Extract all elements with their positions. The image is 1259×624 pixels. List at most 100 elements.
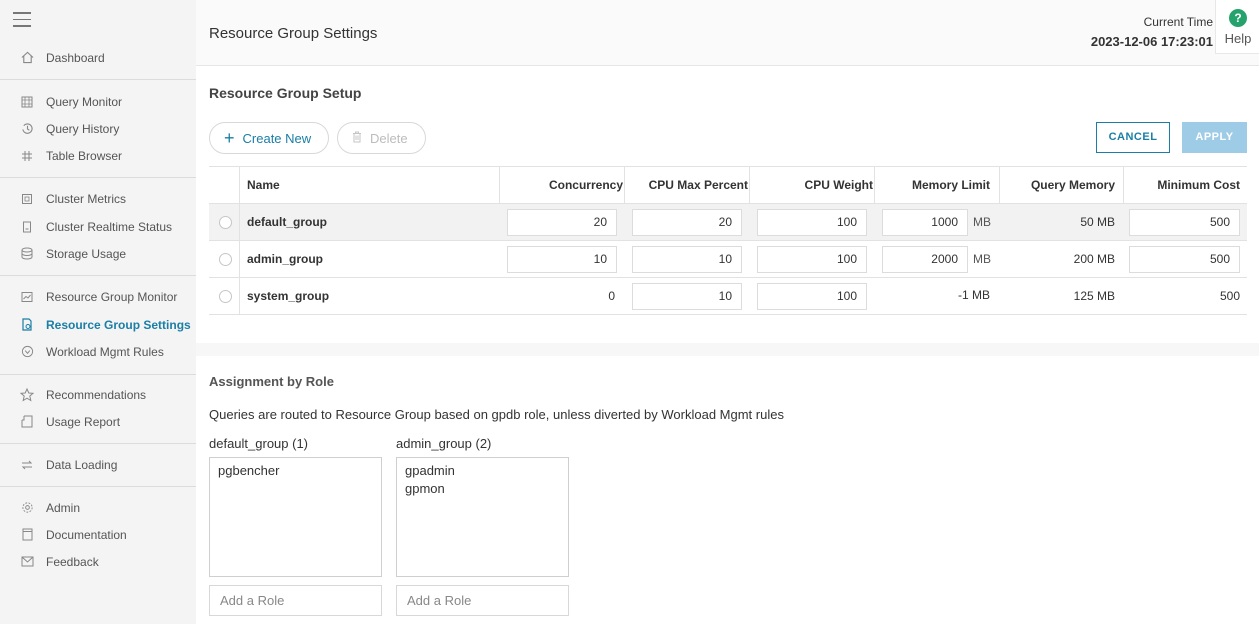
column-header-minimum-cost: Minimum Cost bbox=[1157, 178, 1240, 192]
sidebar-item-query-monitor[interactable]: Query Monitor bbox=[0, 88, 196, 115]
concurrency-input[interactable]: 20 bbox=[507, 209, 617, 236]
settings-doc-icon bbox=[20, 318, 34, 332]
query-memory-value: 50 MB bbox=[1080, 215, 1115, 229]
role-item[interactable]: gpadmin bbox=[405, 462, 560, 480]
table-row[interactable]: admin_group 10 10 100 2000 MB 200 MB 500 bbox=[209, 241, 1247, 278]
cpu-weight-input[interactable]: 100 bbox=[757, 209, 867, 236]
divider bbox=[0, 79, 196, 80]
sidebar-item-label: Documentation bbox=[46, 527, 127, 542]
column-header-concurrency: Concurrency bbox=[548, 178, 623, 192]
status-icon bbox=[20, 220, 34, 234]
page-header: Resource Group Settings Current Time 202… bbox=[196, 0, 1259, 66]
sidebar-item-label: Workload Mgmt Rules bbox=[46, 344, 164, 359]
sidebar-item-data-loading[interactable]: Data Loading bbox=[0, 451, 196, 478]
cpu-weight-input[interactable]: 100 bbox=[757, 246, 867, 273]
cpu-max-percent-input[interactable]: 10 bbox=[632, 246, 742, 273]
add-role-input[interactable]: Add a Role bbox=[209, 585, 382, 616]
sidebar-item-storage-usage[interactable]: Storage Usage bbox=[0, 240, 196, 267]
create-new-button[interactable]: + Create New bbox=[209, 122, 329, 154]
delete-button[interactable]: Delete bbox=[337, 122, 426, 154]
grid-icon bbox=[20, 95, 34, 109]
sidebar-item-label: Cluster Realtime Status bbox=[46, 219, 173, 234]
menu-icon[interactable] bbox=[13, 12, 31, 27]
concurrency-input[interactable]: 10 bbox=[507, 246, 617, 273]
divider bbox=[0, 374, 196, 375]
column-divider bbox=[239, 204, 240, 240]
help-icon: ? bbox=[1229, 9, 1247, 27]
sidebar-item-cluster-realtime-status[interactable]: Cluster Realtime Status bbox=[0, 213, 196, 240]
group-label: admin_group (2) bbox=[396, 436, 492, 451]
sidebar-item-query-history[interactable]: Query History bbox=[0, 115, 196, 142]
row-radio[interactable] bbox=[219, 216, 232, 229]
sidebar-item-resource-group-settings[interactable]: Resource Group Settings bbox=[0, 311, 196, 338]
star-icon bbox=[20, 387, 34, 402]
chart-icon bbox=[20, 290, 34, 304]
role-list[interactable]: gpadmin gpmon bbox=[396, 457, 569, 577]
column-header-name: Name bbox=[247, 178, 280, 192]
sidebar-item-label: Feedback bbox=[46, 554, 99, 569]
help-label: Help bbox=[1224, 31, 1252, 46]
history-icon bbox=[20, 122, 34, 136]
cpu-max-percent-input[interactable]: 10 bbox=[632, 283, 742, 310]
divider bbox=[0, 177, 196, 178]
role-list[interactable]: pgbencher bbox=[209, 457, 382, 577]
role-item[interactable]: pgbencher bbox=[218, 462, 373, 480]
column-header-cpu-max-percent: CPU Max Percent bbox=[648, 178, 748, 192]
column-header-query-memory: Query Memory bbox=[1030, 178, 1115, 192]
row-radio[interactable] bbox=[219, 290, 232, 303]
group-label: default_group (1) bbox=[209, 436, 309, 451]
group-name: admin_group bbox=[247, 252, 324, 266]
minimum-cost-input[interactable]: 500 bbox=[1129, 246, 1240, 273]
sidebar-item-dashboard[interactable]: Dashboard bbox=[0, 44, 196, 71]
sidebar-item-label: Cluster Metrics bbox=[46, 191, 127, 206]
table-header-row: Name Concurrency CPU Max Percent CPU Wei… bbox=[209, 167, 1247, 204]
sidebar-item-feedback[interactable]: Feedback bbox=[0, 548, 196, 575]
sidebar-item-label: Table Browser bbox=[46, 148, 123, 163]
trash-icon bbox=[352, 131, 362, 146]
memory-limit-value: -1 MB bbox=[957, 288, 990, 302]
mail-icon bbox=[20, 555, 34, 569]
report-icon bbox=[20, 415, 34, 429]
memory-limit-input[interactable]: 1000 bbox=[882, 209, 968, 236]
sidebar-item-resource-group-monitor[interactable]: Resource Group Monitor bbox=[0, 283, 196, 310]
minimum-cost-value: 500 bbox=[1219, 289, 1240, 303]
query-memory-value: 200 MB bbox=[1073, 252, 1115, 266]
divider bbox=[0, 275, 196, 276]
current-time-label: Current Time bbox=[1143, 15, 1213, 29]
sidebar-item-usage-report[interactable]: Usage Report bbox=[0, 408, 196, 435]
apply-button[interactable]: APPLY bbox=[1182, 122, 1247, 153]
table-row[interactable]: default_group 20 20 100 1000 MB 50 MB 50… bbox=[209, 204, 1247, 241]
sidebar-item-workload-mgmt-rules[interactable]: Workload Mgmt Rules bbox=[0, 338, 196, 365]
table-icon bbox=[20, 149, 34, 163]
current-time-value: 2023-12-06 17:23:01 bbox=[1090, 34, 1213, 49]
cancel-button[interactable]: CANCEL bbox=[1096, 122, 1170, 153]
delete-label: Delete bbox=[370, 130, 408, 146]
sidebar-item-label: Resource Group Settings bbox=[46, 317, 191, 332]
minimum-cost-input[interactable]: 500 bbox=[1129, 209, 1240, 236]
sidebar-item-label: Data Loading bbox=[46, 457, 118, 472]
assignment-title: Assignment by Role bbox=[209, 374, 334, 389]
shield-icon bbox=[20, 345, 34, 359]
sidebar-item-documentation[interactable]: Documentation bbox=[0, 521, 196, 548]
help-button[interactable]: ? Help bbox=[1215, 0, 1259, 54]
column-divider bbox=[239, 278, 240, 314]
table-row[interactable]: system_group 0 10 100 -1 MB 125 MB 500 bbox=[209, 278, 1247, 315]
gear-icon bbox=[20, 501, 34, 515]
column-header-memory-limit: Memory Limit bbox=[911, 178, 990, 192]
memory-limit-input[interactable]: 2000 bbox=[882, 246, 968, 273]
sidebar-item-label: Storage Usage bbox=[46, 246, 127, 261]
cpu-weight-input[interactable]: 100 bbox=[757, 283, 867, 310]
sidebar-item-table-browser[interactable]: Table Browser bbox=[0, 142, 196, 169]
section-divider-band bbox=[196, 343, 1259, 356]
add-role-input[interactable]: Add a Role bbox=[396, 585, 569, 616]
sidebar-item-recommendations[interactable]: Recommendations bbox=[0, 381, 196, 408]
sidebar-item-admin[interactable]: Admin bbox=[0, 494, 196, 521]
database-icon bbox=[20, 247, 34, 261]
resource-group-table: Name Concurrency CPU Max Percent CPU Wei… bbox=[209, 166, 1247, 315]
row-radio[interactable] bbox=[219, 253, 232, 266]
plus-icon: + bbox=[224, 128, 235, 148]
role-item[interactable]: gpmon bbox=[405, 480, 560, 498]
sidebar-item-label: Query History bbox=[46, 121, 120, 136]
cpu-max-percent-input[interactable]: 20 bbox=[632, 209, 742, 236]
sidebar-item-cluster-metrics[interactable]: Cluster Metrics bbox=[0, 185, 196, 212]
